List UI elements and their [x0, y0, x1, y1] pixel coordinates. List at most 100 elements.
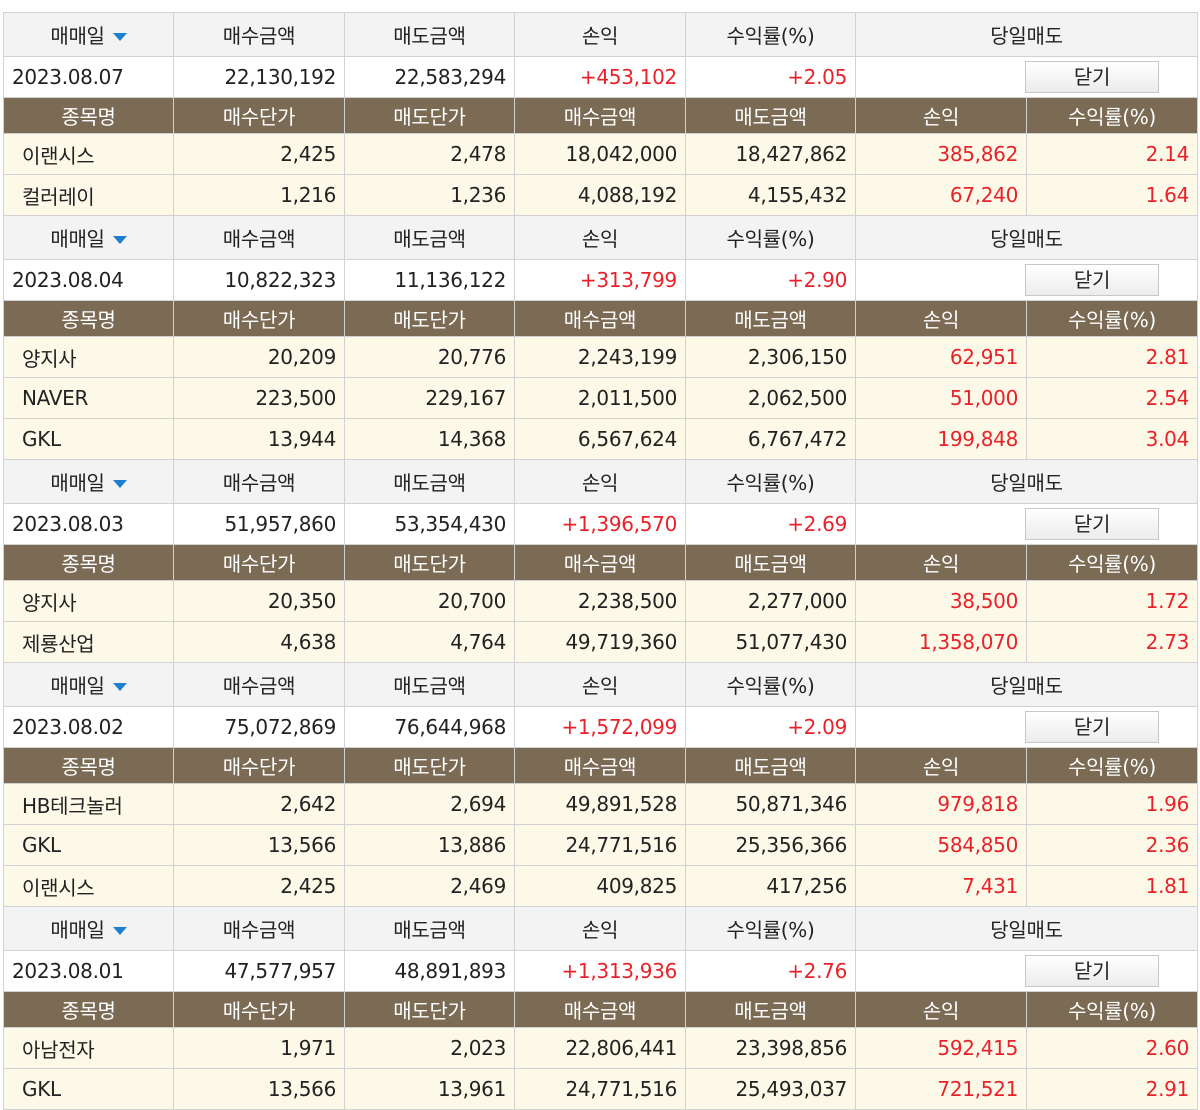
sell-price: 20,700	[344, 580, 515, 622]
buy-amount: 2,011,500	[514, 377, 686, 419]
sort-down-icon[interactable]	[112, 235, 127, 244]
header-label: 매매일	[50, 24, 105, 48]
buy-amount: 24,771,516	[514, 1068, 686, 1110]
stock-name: 양지사	[3, 580, 174, 622]
stock-name: 이랜시스	[3, 865, 174, 907]
header-label: 손익	[581, 471, 619, 495]
summary-header-row: 매매일 매수금액 매도금액 손익 수익률(%) 당일매도	[3, 12, 1198, 57]
detail-row[interactable]: 제룡산업 4,638 4,764 49,719,360 51,077,430 1,358,…	[3, 621, 1198, 663]
detail-row[interactable]: 이랜시스 2,425 2,478 18,042,000 18,427,862 385,86…	[3, 133, 1198, 175]
stock-name: GKL	[3, 418, 174, 460]
stock-name-header: 종목명	[3, 991, 174, 1028]
sell-amount: 22,583,294	[344, 56, 515, 98]
return-rate: 2.91	[1026, 1068, 1198, 1110]
return-rate-header: 수익률(%)	[1026, 747, 1198, 784]
return-rate: +2.69	[685, 503, 856, 545]
header-label: 당일매도	[990, 227, 1063, 251]
header-label: 매수금액	[222, 674, 296, 698]
close-cell: 닫기	[855, 259, 1198, 301]
trade-date: 2023.08.01	[3, 950, 174, 992]
sort-down-icon[interactable]	[112, 682, 127, 691]
buy-amount: 49,891,528	[514, 783, 686, 825]
buy-amount: 10,822,323	[173, 259, 345, 301]
detail-row[interactable]: 이랜시스 2,425 2,469 409,825 417,256 7,431 1.81	[3, 865, 1198, 907]
trade-date-header[interactable]: 매매일	[3, 906, 174, 951]
stock-name-header: 종목명	[3, 300, 174, 337]
buy-amount: 24,771,516	[514, 824, 686, 866]
pnl-header: 손익	[514, 662, 686, 707]
same-day-sell-header: 당일매도	[855, 215, 1198, 260]
buy-amount: 47,577,957	[173, 950, 345, 992]
pnl: 199,848	[855, 418, 1027, 460]
trade-date-header[interactable]: 매매일	[3, 215, 174, 260]
sell-price-header: 매도단가	[344, 747, 515, 784]
header-label: 당일매도	[990, 471, 1063, 495]
detail-header-row: 종목명 매수단가 매도단가 매수금액 매도금액 손익 수익률(%)	[3, 300, 1198, 337]
detail-header-row: 종목명 매수단가 매도단가 매수금액 매도금액 손익 수익률(%)	[3, 991, 1198, 1028]
sort-down-icon[interactable]	[112, 479, 127, 488]
header-label: 매수금액	[222, 471, 296, 495]
return-rate: 2.14	[1026, 133, 1198, 175]
close-button[interactable]: 닫기	[1025, 711, 1159, 743]
summary-row: 2023.08.02 75,072,869 76,644,968 +1,572,099…	[3, 706, 1198, 748]
detail-row[interactable]: NAVER 223,500 229,167 2,011,500 2,062,500 51,…	[3, 377, 1198, 419]
summary-row: 2023.08.07 22,130,192 22,583,294 +453,102 +2…	[3, 56, 1198, 98]
close-button[interactable]: 닫기	[1025, 955, 1159, 987]
trade-date: 2023.08.04	[3, 259, 174, 301]
sell-amount-header: 매도금액	[344, 459, 515, 504]
detail-row[interactable]: HB테크놀러 2,642 2,694 49,891,528 50,871,346 979,…	[3, 783, 1198, 825]
sell-price: 1,236	[344, 174, 515, 216]
pnl: 721,521	[855, 1068, 1027, 1110]
summary-header-row: 매매일 매수금액 매도금액 손익 수익률(%) 당일매도	[3, 215, 1198, 260]
sell-amount: 25,493,037	[685, 1068, 856, 1110]
stock-name: 컬러레이	[3, 174, 174, 216]
header-label: 수익률(%)	[726, 471, 815, 495]
sell-amount: 2,062,500	[685, 377, 856, 419]
header-label: 매도금액	[393, 24, 466, 48]
detail-row[interactable]: GKL 13,566 13,961 24,771,516 25,493,037 721,5…	[3, 1068, 1198, 1110]
close-button[interactable]: 닫기	[1025, 508, 1159, 540]
summary-row: 2023.08.03 51,957,860 53,354,430 +1,396,570…	[3, 503, 1198, 545]
buy-price: 13,566	[173, 1068, 345, 1110]
return-rate: 2.81	[1026, 336, 1198, 378]
detail-row[interactable]: GKL 13,566 13,886 24,771,516 25,356,366 584,8…	[3, 824, 1198, 866]
sell-amount: 51,077,430	[685, 621, 856, 663]
trade-date-header[interactable]: 매매일	[3, 459, 174, 504]
sell-amount-header: 매도금액	[344, 215, 515, 260]
trade-date-header[interactable]: 매매일	[3, 12, 174, 57]
sell-amount: 2,306,150	[685, 336, 856, 378]
buy-price: 13,944	[173, 418, 345, 460]
buy-amount-header: 매수금액	[514, 97, 686, 134]
detail-row[interactable]: 아남전자 1,971 2,023 22,806,441 23,398,856 592,41…	[3, 1027, 1198, 1069]
detail-row[interactable]: 양지사 20,209 20,776 2,243,199 2,306,150 62,951 2…	[3, 336, 1198, 378]
sell-price-header: 매도단가	[344, 97, 515, 134]
detail-row[interactable]: GKL 13,944 14,368 6,567,624 6,767,472 199,848…	[3, 418, 1198, 460]
pnl: 67,240	[855, 174, 1027, 216]
return-rate-header: 수익률(%)	[685, 662, 856, 707]
sell-price: 229,167	[344, 377, 515, 419]
close-button[interactable]: 닫기	[1025, 61, 1159, 93]
sort-down-icon[interactable]	[112, 32, 127, 41]
return-rate: 1.72	[1026, 580, 1198, 622]
sell-amount: 48,891,893	[344, 950, 515, 992]
header-label: 매매일	[50, 227, 105, 251]
buy-amount: 4,088,192	[514, 174, 686, 216]
pnl-header: 손익	[855, 97, 1027, 134]
sell-price: 2,694	[344, 783, 515, 825]
trade-date-header[interactable]: 매매일	[3, 662, 174, 707]
detail-row[interactable]: 양지사 20,350 20,700 2,238,500 2,277,000 38,500 1…	[3, 580, 1198, 622]
sell-amount-header: 매도금액	[344, 12, 515, 57]
header-label: 수익률(%)	[726, 918, 815, 942]
sell-price-header: 매도단가	[344, 544, 515, 581]
sort-down-icon[interactable]	[112, 926, 127, 935]
close-button[interactable]: 닫기	[1025, 264, 1159, 296]
pnl: 1,358,070	[855, 621, 1027, 663]
stock-name: 이랜시스	[3, 133, 174, 175]
sell-price: 4,764	[344, 621, 515, 663]
pnl: 385,862	[855, 133, 1027, 175]
pnl-header: 손익	[514, 12, 686, 57]
sell-amount-header: 매도금액	[685, 991, 856, 1028]
detail-row[interactable]: 컬러레이 1,216 1,236 4,088,192 4,155,432 67,240 1.…	[3, 174, 1198, 216]
buy-price-header: 매수단가	[173, 991, 345, 1028]
sell-amount: 2,277,000	[685, 580, 856, 622]
